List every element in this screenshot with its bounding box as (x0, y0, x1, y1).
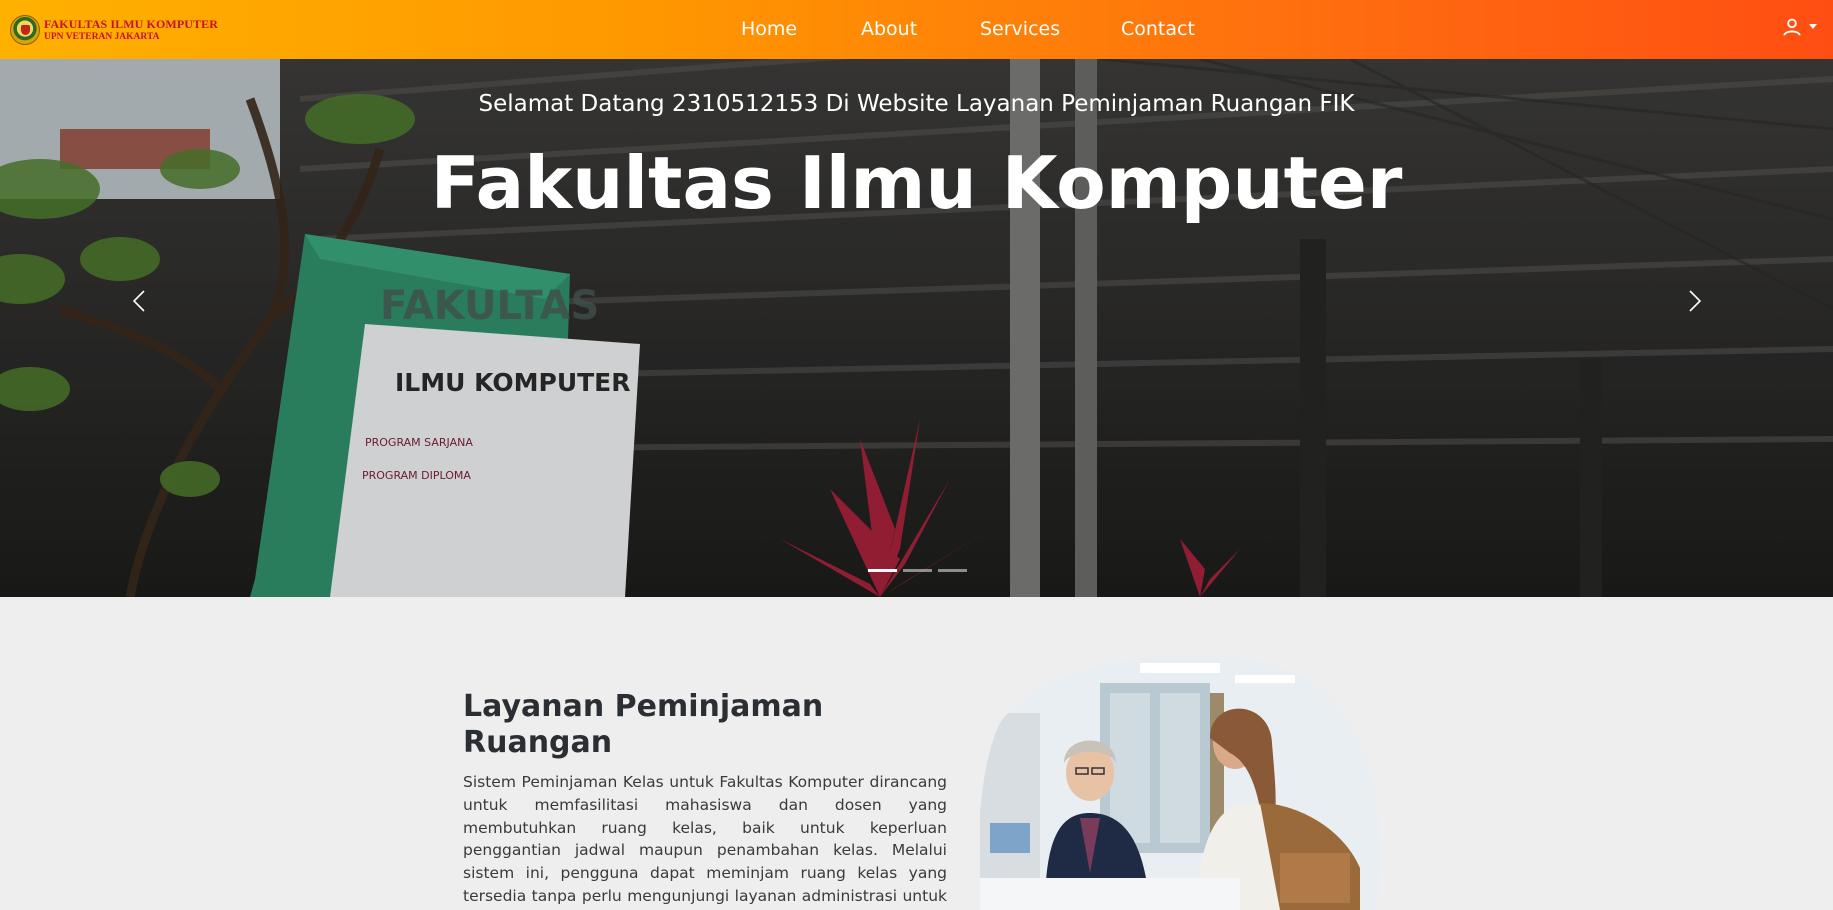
navbar: FAKULTAS ILMU KOMPUTER UPN VETERAN JAKAR… (0, 0, 1833, 59)
hero-carousel: FAKULTAS ILMU KOMPUTER PROGRAM SARJANA P… (0, 59, 1833, 597)
hero-title: Fakultas Ilmu Komputer (430, 141, 1403, 225)
service-section: Layanan Peminjaman Ruangan Sistem Peminj… (0, 597, 1833, 910)
carousel-next-button[interactable] (1680, 281, 1710, 321)
carousel-indicator-1[interactable] (868, 569, 897, 572)
faculty-logo-icon (10, 15, 40, 45)
user-dropdown-toggle[interactable] (1781, 16, 1817, 38)
service-heading: Layanan Peminjaman Ruangan (463, 689, 824, 760)
hero-overlay (0, 59, 1833, 597)
carousel-indicators (868, 569, 967, 572)
brand-text: FAKULTAS ILMU KOMPUTER UPN VETERAN JAKAR… (44, 18, 218, 43)
service-illustration-image (980, 655, 1381, 910)
user-icon (1783, 18, 1801, 36)
nav-services-link[interactable]: Services (980, 18, 1060, 40)
chevron-left-icon (132, 290, 145, 312)
brand-university: UPN VETERAN JAKARTA (44, 31, 160, 42)
service-description: Sistem Peminjaman Kelas untuk Fakultas K… (463, 773, 947, 910)
carousel-indicator-2[interactable] (903, 569, 932, 572)
carousel-prev-button[interactable] (124, 281, 154, 321)
hero-subtitle: Selamat Datang 2310512153 Di Website Lay… (478, 91, 1355, 117)
caret-down-icon (1809, 23, 1817, 29)
brand-name: FAKULTAS ILMU KOMPUTER (44, 16, 218, 31)
nav-contact-link[interactable]: Contact (1121, 18, 1195, 40)
carousel-indicator-3[interactable] (938, 569, 967, 572)
chevron-right-icon (1689, 290, 1702, 312)
brand[interactable]: FAKULTAS ILMU KOMPUTER UPN VETERAN JAKAR… (10, 13, 218, 47)
nav-home-link[interactable]: Home (741, 18, 797, 40)
nav-about-link[interactable]: About (861, 18, 917, 40)
